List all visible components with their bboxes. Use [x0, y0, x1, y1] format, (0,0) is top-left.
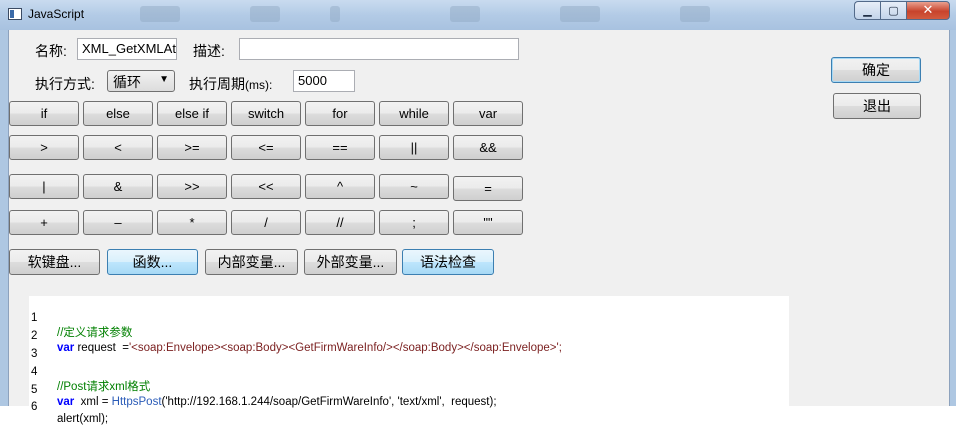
- description-label: 描述:: [193, 43, 225, 59]
- execution-mode-select[interactable]: 循环 ▼: [107, 70, 175, 92]
- functions-button[interactable]: 函数...: [107, 249, 198, 275]
- execution-period-label: 执行周期(ms):: [189, 76, 273, 92]
- key-minus[interactable]: –: [83, 210, 153, 235]
- window-title: JavaScript: [28, 7, 85, 21]
- line-number: 6: [31, 401, 38, 413]
- execution-period-input[interactable]: 5000: [293, 70, 355, 92]
- description-input[interactable]: [239, 38, 519, 60]
- key-xor[interactable]: ^: [305, 174, 375, 199]
- execution-mode-value: 循环: [113, 74, 141, 90]
- key-equal-equal[interactable]: ==: [305, 135, 375, 160]
- key-if[interactable]: if: [9, 101, 79, 126]
- key-else[interactable]: else: [83, 101, 153, 126]
- code-comment: //定义请求参数: [57, 327, 133, 339]
- name-label: 名称:: [35, 43, 67, 59]
- key-semicolon[interactable]: ;: [379, 210, 449, 235]
- title-bar[interactable]: JavaScript ▁ ▢ ✕: [0, 0, 956, 30]
- code-text: xml =: [74, 396, 112, 408]
- code-line: 3: [29, 336, 55, 360]
- key-logical-and[interactable]: &&: [453, 135, 523, 160]
- code-line: 5 var xml = HttpsPost('http://192.168.1.…: [29, 372, 497, 408]
- key-plus[interactable]: +: [9, 210, 79, 235]
- key-divide[interactable]: /: [231, 210, 301, 235]
- code-editor[interactable]: 1 //定义请求参数 2 var request ='<soap:Envelop…: [29, 296, 789, 425]
- key-var[interactable]: var: [453, 101, 523, 126]
- key-tilde[interactable]: ~: [379, 174, 449, 199]
- soft-keyboard-button[interactable]: 软键盘...: [9, 249, 100, 275]
- close-icon: ✕: [922, 3, 934, 18]
- ok-button[interactable]: 确定: [831, 57, 921, 83]
- key-quotes[interactable]: "": [453, 210, 523, 235]
- code-text: alert(xml);: [57, 413, 109, 425]
- key-shift-right[interactable]: >>: [157, 174, 227, 199]
- maximize-button[interactable]: ▢: [880, 1, 906, 20]
- code-line: 4 //Post请求xml格式: [29, 354, 150, 393]
- internal-variables-button[interactable]: 内部变量...: [205, 249, 298, 275]
- key-multiply[interactable]: *: [157, 210, 227, 235]
- dropdown-arrow-icon: ▼: [159, 74, 169, 85]
- key-switch[interactable]: switch: [231, 101, 301, 126]
- syntax-check-button[interactable]: 语法检查: [402, 249, 494, 275]
- key-assign[interactable]: =: [453, 176, 523, 201]
- key-less-equal[interactable]: <=: [231, 135, 301, 160]
- key-greater[interactable]: >: [9, 135, 79, 160]
- caption-buttons: ▁ ▢ ✕: [854, 1, 950, 20]
- window-app-icon: [8, 8, 22, 20]
- name-input[interactable]: XML_GetXMLAt: [77, 38, 177, 60]
- code-string: '<soap:Envelope><soap:Body><GetFirmWareI…: [128, 342, 562, 354]
- key-bitwise-and[interactable]: &: [83, 174, 153, 199]
- code-arguments: ('http://192.168.1.244/soap/GetFirmWareI…: [161, 396, 497, 408]
- javascript-window: JavaScript ▁ ▢ ✕ 名称: XML_GetXMLAt 描述: 执行…: [0, 0, 956, 425]
- maximize-icon: ▢: [888, 4, 899, 17]
- key-comment[interactable]: //: [305, 210, 375, 235]
- code-text: request =: [74, 342, 129, 354]
- exit-button[interactable]: 退出: [833, 93, 921, 119]
- dialog-client-area: 名称: XML_GetXMLAt 描述: 执行方式: 循环 ▼ 执行周期(ms)…: [8, 30, 950, 425]
- key-else-if[interactable]: else if: [157, 101, 227, 126]
- minimize-button[interactable]: ▁: [854, 1, 880, 20]
- code-keyword: var: [57, 342, 75, 354]
- code-keyword: var: [57, 396, 75, 408]
- close-button[interactable]: ✕: [906, 1, 950, 20]
- key-logical-or[interactable]: ||: [379, 135, 449, 160]
- minimize-icon: ▁: [863, 4, 872, 17]
- key-shift-left[interactable]: <<: [231, 174, 301, 199]
- code-line: 2 var request ='<soap:Envelope><soap:Bod…: [29, 318, 562, 354]
- external-variables-button[interactable]: 外部变量...: [304, 249, 397, 275]
- key-bitwise-or[interactable]: |: [9, 174, 79, 199]
- key-less[interactable]: <: [83, 135, 153, 160]
- code-comment: //Post请求xml格式: [57, 381, 151, 393]
- key-greater-equal[interactable]: >=: [157, 135, 227, 160]
- code-line: 6 alert(xml);: [29, 389, 108, 425]
- execution-mode-label: 执行方式:: [35, 76, 95, 92]
- code-function: HttpsPost: [111, 396, 162, 408]
- key-for[interactable]: for: [305, 101, 375, 126]
- key-while[interactable]: while: [379, 101, 449, 126]
- code-line: 1 //定义请求参数: [29, 300, 132, 339]
